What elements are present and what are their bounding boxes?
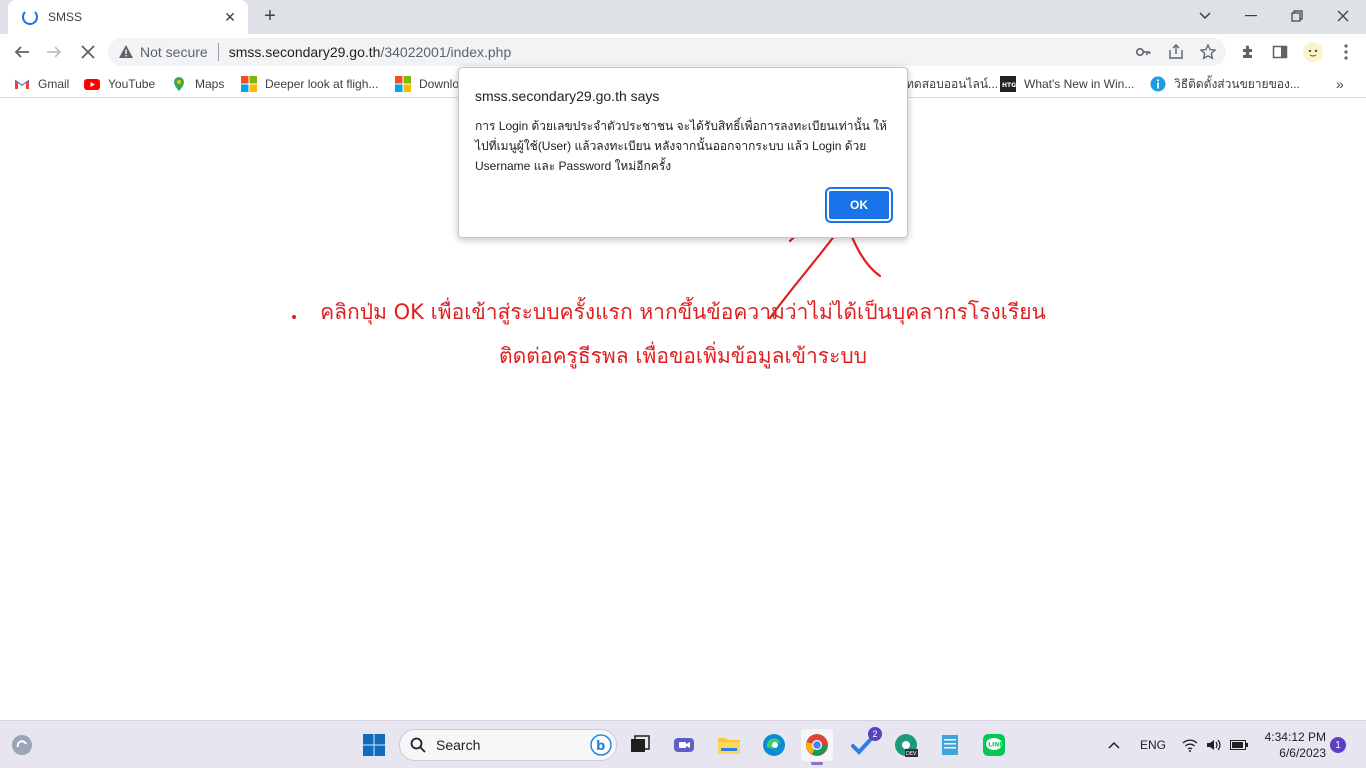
bookmark-download[interactable]: Downlo [395,75,459,93]
svg-text:LINE: LINE [988,742,1003,749]
bookmark-deeper-look[interactable]: Deeper look at fligh... [241,75,378,93]
more-bookmarks-chevron-icon[interactable]: » [1336,75,1344,93]
tab-strip: SMSS ✕ + [0,0,1366,34]
bookmark-gmail[interactable]: Gmail [14,75,69,93]
youtube-icon [84,79,100,90]
minimize-icon[interactable] [1236,4,1266,28]
weather-widget-icon[interactable] [6,729,38,761]
todo-badge: 2 [868,727,882,741]
windows-taskbar: Search b 2 DEV LINE ENG 4:34:12 PM 6/6/2… [0,720,1366,768]
warning-icon[interactable] [118,44,134,60]
security-label[interactable]: Not secure [140,44,208,60]
svg-text:DEV: DEV [906,751,917,757]
bookmark-maps[interactable]: Maps [171,75,224,93]
password-key-icon[interactable] [1135,44,1151,60]
back-arrow-icon[interactable] [10,40,34,64]
extensions-icon[interactable] [1238,42,1258,62]
stop-loading-icon[interactable] [76,40,100,64]
svg-text:HTG: HTG [1002,82,1016,89]
file-explorer-icon[interactable] [713,729,745,761]
edge-browser-icon[interactable] [758,729,790,761]
bookmark-label: Gmail [38,77,70,91]
url-host: smss.secondary29.go.th [228,44,381,60]
battery-icon[interactable] [1230,721,1248,769]
teams-chat-icon[interactable] [668,729,700,761]
bookmark-star-icon[interactable] [1199,43,1217,60]
chrome-menu-icon[interactable] [1336,42,1356,62]
tab-title: SMSS [48,10,83,24]
bookmark-label: What's New in Win... [1024,77,1135,91]
line-app-icon[interactable]: LINE [978,729,1010,761]
bookmark-label: YouTube [108,77,156,91]
gmail-icon [14,79,30,89]
active-app-indicator [811,762,823,765]
start-button-icon[interactable] [358,729,390,761]
show-hidden-icons-chevron-icon[interactable] [1108,721,1120,769]
annotation-line-1: คลิกปุ่ม OK เพื่อเข้าสู่ระบบครั้งแรก หาก… [320,300,1046,324]
clock-date: 6/6/2023 [1279,746,1326,760]
omnibox-divider [217,43,219,61]
input-language[interactable]: ENG [1140,721,1166,769]
share-icon[interactable] [1168,44,1184,60]
ok-button[interactable]: OK [825,187,893,223]
notification-badge[interactable]: 1 [1330,737,1346,753]
todo-app-icon[interactable]: 2 [846,727,882,761]
browser-toolbar: Not secure smss.secondary29.go.th/340220… [0,34,1366,70]
bookmark-whats-new[interactable]: HTG What's New in Win... [1000,75,1134,93]
bookmark-label: ทดสอบออนไลน์... [906,76,999,91]
bing-icon[interactable]: b [590,734,612,756]
bookmark-label: Maps [195,77,225,91]
svg-text:b: b [596,739,605,754]
tab-smss[interactable]: SMSS ✕ [8,0,248,34]
bookmark-label: วิธีติดตั้งส่วนขยายของ... [1174,76,1300,91]
taskbar-search-label: Search [436,737,481,753]
volume-icon[interactable] [1206,721,1222,769]
bookmark-online-test[interactable]: ทดสอบออนไลน์... [906,75,998,93]
forward-arrow-icon[interactable] [42,40,66,64]
htg-icon: HTG [1000,76,1016,92]
bookmark-extension-guide[interactable]: วิธีติดตั้งส่วนขยายของ... [1150,75,1300,93]
taskbar-search-box[interactable]: Search b [399,729,617,761]
bookmark-youtube[interactable]: YouTube [84,75,155,93]
side-panel-icon[interactable] [1270,42,1290,62]
maps-icon [174,77,184,91]
close-window-icon[interactable] [1328,4,1358,28]
microsoft-icon [395,76,411,92]
bookmark-label: Deeper look at fligh... [265,77,379,91]
restore-icon[interactable] [1282,4,1312,28]
new-tab-button[interactable]: + [259,6,281,28]
bookmark-label: Downlo [419,77,460,91]
dialog-title: smss.secondary29.go.th says [475,88,660,104]
notepad-icon[interactable] [934,729,966,761]
edge-dev-icon[interactable]: DEV [890,729,922,761]
task-view-icon[interactable] [624,729,656,761]
clock-time: 4:34:12 PM [1264,730,1326,744]
info-icon [1150,76,1166,92]
chrome-taskbar-icon[interactable] [801,729,833,765]
url-path: /34022001/index.php [380,44,512,60]
dialog-message: การ Login ด้วยเลขประจำตัวประชาชน จะได้รั… [475,119,887,173]
system-clock[interactable]: 4:34:12 PM 6/6/2023 [1256,729,1326,761]
annotation-line-2: ติดต่อครูธีรพล เพื่อขอเพิ่มข้อมูลเข้าระบ… [498,344,868,368]
alert-dialog: smss.secondary29.go.th says การ Login ด้… [458,67,908,238]
wifi-icon[interactable] [1182,721,1198,769]
profile-avatar-icon[interactable] [1301,40,1325,64]
loading-spinner-icon [22,9,38,25]
tab-close-icon[interactable]: ✕ [222,9,238,26]
address-bar[interactable]: Not secure smss.secondary29.go.th/340220… [108,38,1226,66]
microsoft-icon [241,76,257,92]
tab-search-chevron-icon[interactable] [1190,4,1220,28]
search-icon [410,737,426,753]
